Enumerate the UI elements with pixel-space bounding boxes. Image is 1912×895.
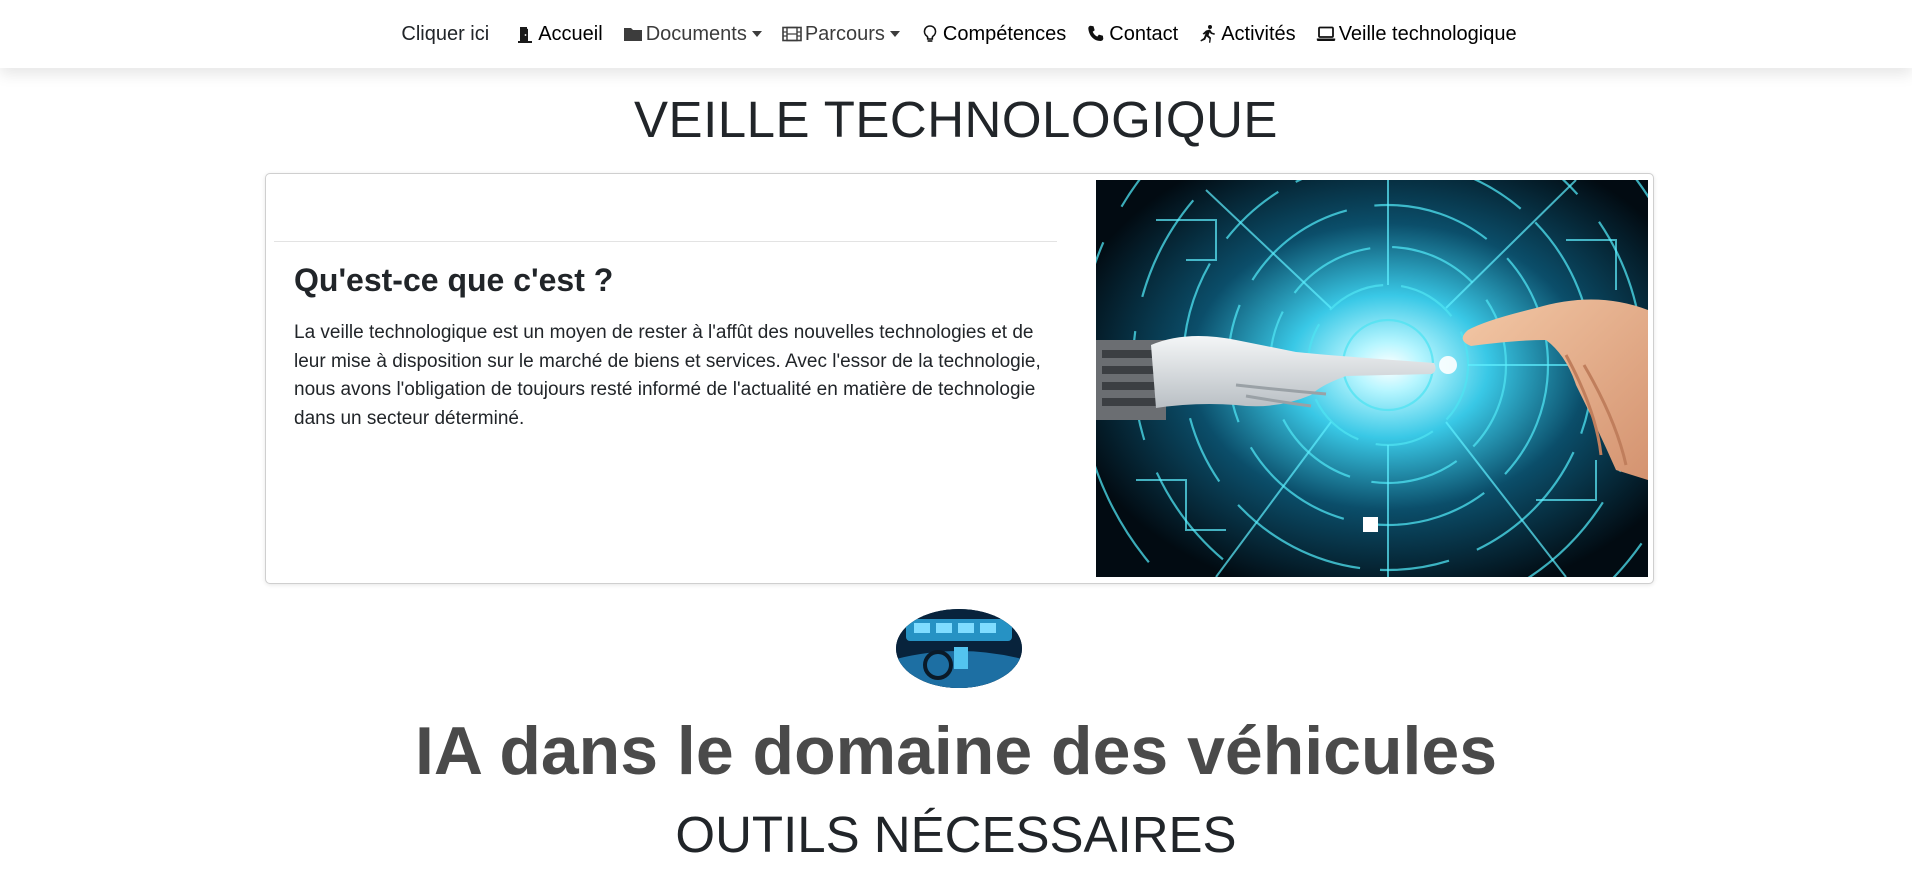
nav-item-label: Accueil <box>538 22 603 45</box>
car-dashboard-image <box>896 609 1022 688</box>
door-open-icon <box>518 27 533 43</box>
nav-item-parcours[interactable]: Parcours <box>782 23 900 46</box>
section-subtitle: OUTILS NÉCESSAIRES <box>675 806 1237 863</box>
intro-card: Qu'est-ce que c'est ? La veille technolo… <box>265 173 1654 584</box>
page-title: VEILLE TECHNOLOGIQUE <box>634 91 1278 148</box>
nav-item-accueil[interactable]: Accueil <box>515 22 603 46</box>
nav-item-competences[interactable]: Compétences <box>920 23 1066 46</box>
nav-item-label: Veille technologique <box>1338 22 1517 45</box>
card-heading: Qu'est-ce que c'est ? <box>294 262 614 298</box>
section-title: IA dans le domaine des véhicules <box>414 713 1498 789</box>
folder-icon <box>623 28 642 41</box>
navbar-menu: Cliquer ici Accueil Documents Parcours C… <box>401 23 1516 46</box>
laptop-icon <box>1316 26 1335 41</box>
nav-item-label: Compétences <box>942 22 1067 45</box>
chevron-down-icon <box>751 31 762 37</box>
nav-item-label: Parcours <box>804 22 885 45</box>
nav-item-label: Documents <box>645 22 747 45</box>
running-person-icon <box>1200 25 1216 43</box>
nav-item-label: Activités <box>1221 22 1296 45</box>
nav-item-veille-technologique[interactable]: Veille technologique <box>1316 23 1517 46</box>
phone-icon <box>1088 25 1104 41</box>
carousel-indicator[interactable] <box>1363 517 1378 532</box>
nav-item-documents[interactable]: Documents <box>623 23 762 46</box>
top-navbar: Cliquer ici Accueil Documents Parcours C… <box>0 0 1912 68</box>
nav-item-contact[interactable]: Contact <box>1086 23 1178 46</box>
lightbulb-icon <box>923 25 937 42</box>
chevron-down-icon <box>889 31 900 37</box>
card-header-divider <box>274 241 1057 242</box>
navbar-brand-link[interactable]: Cliquer ici <box>401 23 489 46</box>
car-dashboard-illustration <box>896 609 1022 688</box>
card-text: La veille technologique est un moyen de … <box>294 322 1041 429</box>
nav-item-label: Contact <box>1109 22 1179 45</box>
film-icon <box>782 26 802 42</box>
nav-item-activites[interactable]: Activités <box>1198 22 1296 46</box>
